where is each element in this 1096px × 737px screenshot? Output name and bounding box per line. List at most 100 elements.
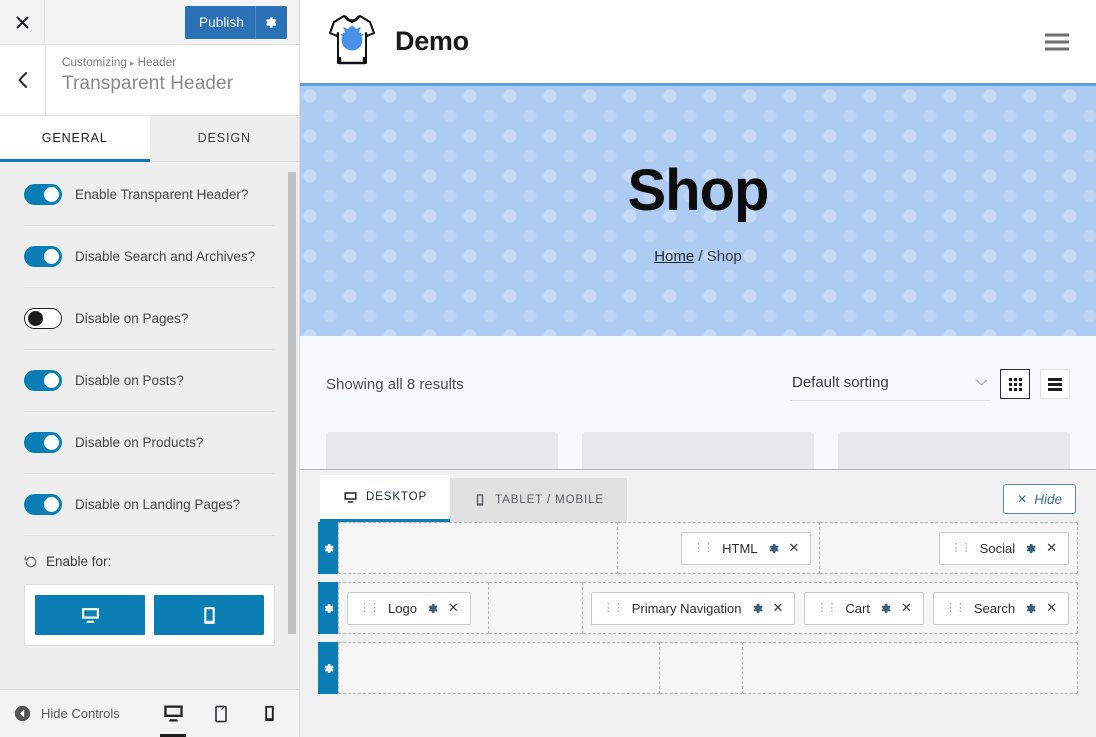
toggle-knob (44, 497, 59, 512)
option-disable-search-archives[interactable]: Disable Search and Archives? (24, 226, 275, 288)
item-remove-icon[interactable]: ✕ (448, 600, 459, 616)
item-settings-gear-icon[interactable] (426, 602, 439, 615)
item-remove-icon[interactable]: ✕ (789, 540, 800, 556)
customizer-screen: Publish Customizing ▸ Header Transparent H… (0, 0, 1096, 737)
results-count: Showing all 8 results (326, 375, 464, 393)
item-remove-icon[interactable]: ✕ (1046, 600, 1057, 616)
toggle-enable-transparent-header[interactable] (24, 184, 62, 205)
zone-top-right[interactable]: ⋮⋮ Social ✕ (820, 522, 1078, 574)
zone-bottom-center[interactable] (660, 642, 744, 694)
hide-builder-button[interactable]: ✕ Hide (1003, 484, 1076, 514)
sidebar-scrollbar[interactable] (288, 172, 296, 634)
drag-handle-icon[interactable]: ⋮⋮ (603, 602, 624, 614)
item-settings-gear-icon[interactable] (879, 602, 892, 615)
drag-handle-icon[interactable]: ⋮⋮ (816, 602, 837, 614)
option-disable-on-pages[interactable]: Disable on Pages? (24, 288, 275, 350)
drag-handle-icon[interactable]: ⋮⋮ (359, 602, 380, 614)
builder-item-social[interactable]: ⋮⋮ Social ✕ (938, 531, 1069, 565)
tshirt-logo-icon (326, 11, 378, 73)
option-disable-on-products[interactable]: Disable on Products? (24, 412, 275, 474)
publish-button[interactable]: Publish (185, 6, 287, 39)
zone-top-left[interactable] (338, 522, 618, 574)
zone-top-center[interactable]: ⋮⋮ HTML ✕ (617, 522, 821, 574)
option-disable-on-landing-pages[interactable]: Disable on Landing Pages? (24, 474, 275, 536)
builder-row-bottom (300, 642, 1096, 694)
list-view-button[interactable] (1040, 369, 1070, 399)
toggle-disable-on-posts[interactable] (24, 370, 62, 391)
item-remove-icon[interactable]: ✕ (1046, 540, 1057, 556)
builder-rows: ⋮⋮ HTML ✕ ⋮⋮ Social ✕ ⋮⋮ Logo ✕ ⋮⋮ Prima… (300, 522, 1096, 694)
option-label: Disable on Landing Pages? (75, 497, 241, 512)
toggle-disable-on-pages[interactable] (24, 308, 62, 329)
site-branding[interactable]: Demo (326, 11, 469, 73)
builder-tab-tablet-mobile[interactable]: TABLET / MOBILE (450, 478, 627, 522)
builder-row-main: ⋮⋮ Logo ✕ ⋮⋮ Primary Navigation ✕ ⋮⋮ Car… (300, 582, 1096, 634)
device-desktop-icon[interactable] (157, 690, 189, 737)
drag-handle-icon[interactable]: ⋮⋮ (693, 542, 714, 554)
product-card[interactable] (838, 432, 1070, 472)
builder-item-search[interactable]: ⋮⋮ Search ✕ (932, 591, 1069, 625)
toggle-disable-on-products[interactable] (24, 432, 62, 453)
hide-controls-label: Hide Controls (41, 706, 120, 721)
breadcrumb-home-link[interactable]: Home (654, 248, 694, 265)
product-card[interactable] (582, 432, 814, 472)
row-settings-gear-icon[interactable] (318, 582, 338, 634)
close-customizer-button[interactable] (0, 0, 45, 44)
breadcrumb-current: Header (137, 57, 177, 69)
row-settings-gear-icon[interactable] (318, 522, 338, 574)
option-label: Enable Transparent Header? (75, 187, 249, 202)
builder-item-logo[interactable]: ⋮⋮ Logo ✕ (347, 591, 471, 625)
builder-item-primary-navigation[interactable]: ⋮⋮ Primary Navigation ✕ (590, 591, 796, 625)
enable-for-mobile-button[interactable] (154, 595, 264, 635)
enable-for-header: Enable for: (24, 554, 275, 569)
product-card[interactable] (326, 432, 558, 472)
item-settings-gear-icon[interactable] (1024, 542, 1037, 555)
option-enable-transparent-header[interactable]: Enable Transparent Header? (24, 162, 275, 226)
toggle-disable-on-landing-pages[interactable] (24, 494, 62, 515)
sort-select-value: Default sorting (792, 373, 889, 391)
builder-item-html[interactable]: ⋮⋮ HTML ✕ (681, 531, 812, 565)
builder-tab-desktop[interactable]: DESKTOP (320, 475, 451, 522)
enable-for-desktop-button[interactable] (35, 595, 145, 635)
row-zones: ⋮⋮ Logo ✕ ⋮⋮ Primary Navigation ✕ ⋮⋮ Car… (338, 582, 1078, 634)
item-settings-gear-icon[interactable] (1024, 602, 1037, 615)
drag-handle-icon[interactable]: ⋮⋮ (951, 542, 972, 554)
hide-controls-button[interactable]: Hide Controls (0, 705, 120, 722)
grid-view-icon (1008, 377, 1022, 391)
option-disable-on-posts[interactable]: Disable on Posts? (24, 350, 275, 412)
enable-for-control: Enable for: (24, 554, 275, 646)
builder-item-cart[interactable]: ⋮⋮ Cart ✕ (804, 591, 924, 625)
zone-main-left[interactable]: ⋮⋮ Logo ✕ (338, 582, 489, 634)
site-preview: Demo Shop Home / Shop Showing all 8 resu… (300, 0, 1096, 737)
builder-item-label: Primary Navigation (631, 600, 742, 616)
zone-bottom-right[interactable] (743, 642, 1078, 694)
toggle-knob (44, 187, 59, 202)
chevron-down-icon (975, 378, 988, 387)
breadcrumb-separator: ▸ (129, 58, 135, 68)
tab-design[interactable]: DESIGN (150, 116, 300, 162)
preview-site-header: Demo (300, 0, 1096, 86)
device-tablet-icon[interactable] (205, 690, 237, 737)
mobile-icon (473, 493, 487, 507)
reset-icon[interactable] (24, 555, 38, 569)
zone-main-center[interactable] (488, 582, 583, 634)
grid-view-button[interactable] (1000, 369, 1030, 399)
item-settings-gear-icon[interactable] (751, 602, 764, 615)
drag-handle-icon[interactable]: ⋮⋮ (945, 602, 966, 614)
back-button[interactable] (0, 45, 46, 115)
toggle-disable-search-archives[interactable] (24, 246, 62, 267)
item-settings-gear-icon[interactable] (767, 542, 780, 555)
item-remove-icon[interactable]: ✕ (901, 600, 912, 616)
device-mobile-icon[interactable] (253, 690, 285, 737)
tab-general-label: GENERAL (41, 130, 108, 145)
sort-select[interactable]: Default sorting (790, 368, 990, 401)
publish-settings-gear-icon[interactable] (255, 6, 287, 39)
row-settings-gear-icon[interactable] (318, 642, 338, 694)
builder-tab-desktop-label: DESKTOP (366, 491, 428, 503)
zone-main-right[interactable]: ⋮⋮ Primary Navigation ✕ ⋮⋮ Cart ✕ ⋮⋮ Sea… (582, 582, 1078, 634)
hamburger-icon[interactable] (1045, 29, 1069, 54)
zone-bottom-left[interactable] (338, 642, 661, 694)
item-remove-icon[interactable]: ✕ (773, 600, 784, 616)
tab-general[interactable]: GENERAL (0, 116, 150, 162)
toggle-knob (44, 373, 59, 388)
